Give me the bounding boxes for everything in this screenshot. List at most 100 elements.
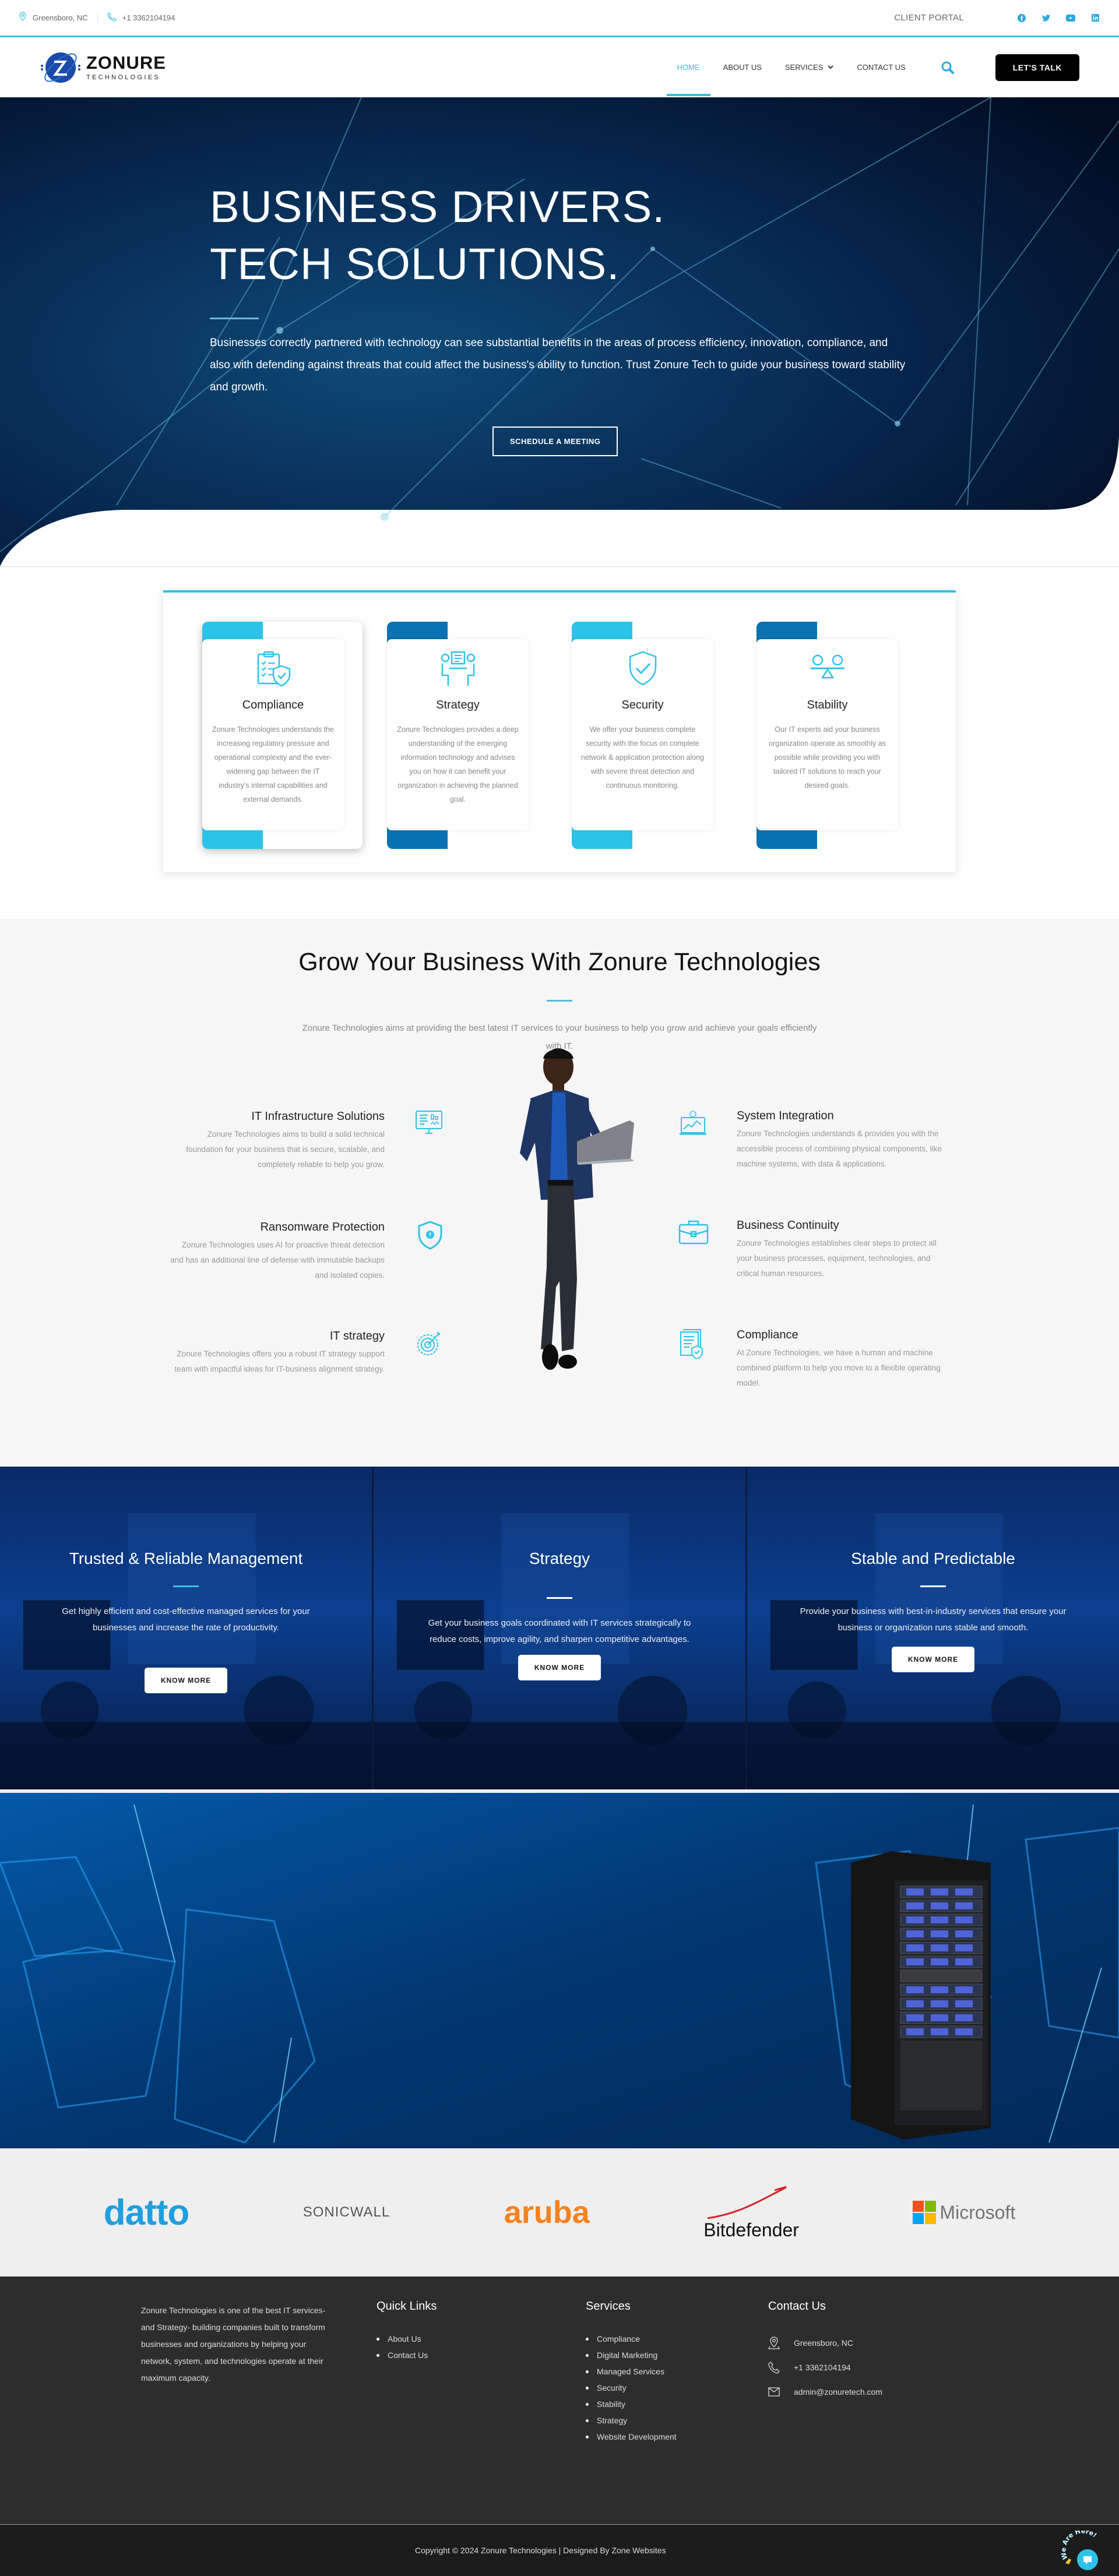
feature-text: Zonure Technologies understands the incr… bbox=[212, 725, 334, 804]
client-portal-link[interactable]: CLIENT PORTAL bbox=[894, 13, 964, 23]
chat-widget[interactable]: We Are Here! bbox=[1060, 2527, 1102, 2573]
grow-section: Grow Your Business With Zonure Technolog… bbox=[0, 919, 1119, 1467]
feature-card-compliance[interactable]: Compliance Zonure Technologies understan… bbox=[202, 622, 363, 849]
service-text: Zonure Technologies uses AI for proactiv… bbox=[170, 1241, 385, 1280]
bitdefender-dragon-icon bbox=[707, 2186, 787, 2219]
server-drive-bay bbox=[955, 1902, 973, 1909]
server-unit bbox=[900, 1969, 983, 1982]
tile-divider bbox=[920, 1585, 946, 1587]
server-drive-bay bbox=[955, 1916, 973, 1923]
know-more-button[interactable]: KNOW MORE bbox=[518, 1655, 601, 1680]
footer-link-label: Managed Services bbox=[597, 2367, 664, 2376]
footer-link-label: Digital Marketing bbox=[597, 2351, 658, 2360]
mail-icon bbox=[768, 2387, 780, 2397]
tile-divider bbox=[547, 1597, 572, 1599]
know-more-button[interactable]: KNOW MORE bbox=[891, 1647, 975, 1672]
footer-link-label: Compliance bbox=[597, 2334, 640, 2344]
server-drive-bay bbox=[931, 1986, 948, 1993]
footer-location-text: Greensboro, NC bbox=[794, 2338, 853, 2348]
server-banner bbox=[0, 1793, 1119, 2148]
server-drive-bay bbox=[906, 1916, 924, 1923]
service-title: System Integration bbox=[737, 1109, 834, 1122]
footer-location: Greensboro, NC bbox=[768, 2331, 882, 2355]
footer-service-link[interactable]: Managed Services bbox=[586, 2363, 677, 2380]
microsoft-logo: Microsoft bbox=[939, 2201, 1016, 2223]
nav-item-home[interactable]: HOME bbox=[666, 63, 710, 96]
footer-link-label: Website Development bbox=[597, 2432, 677, 2441]
location-pin-icon bbox=[768, 2337, 780, 2349]
facebook-icon[interactable] bbox=[1016, 13, 1027, 23]
service-title: IT Infrastructure Solutions bbox=[251, 1110, 385, 1123]
footer-service-link[interactable]: Website Development bbox=[586, 2429, 677, 2445]
footer-email-text: admin@zonuretech.com bbox=[794, 2387, 882, 2397]
hero-title: BUSINESS DRIVERS. TECH SOLUTIONS. bbox=[210, 182, 666, 289]
footer-service-link[interactable]: Strategy bbox=[586, 2412, 677, 2429]
footer-service-link[interactable]: Stability bbox=[586, 2396, 677, 2412]
features-panel: Compliance Zonure Technologies understan… bbox=[163, 590, 956, 872]
server-drive-bay bbox=[906, 1986, 924, 1993]
server-drive-bay bbox=[955, 1958, 973, 1965]
footer-service-link[interactable]: Security bbox=[586, 2380, 677, 2396]
main-nav: ZONURE TECHNOLOGIES HOME ABOUT US SERVIC… bbox=[0, 37, 1119, 97]
server-drive-bay bbox=[906, 1902, 924, 1909]
hero-divider bbox=[210, 318, 259, 319]
topbar-phone-text: +1 3362104194 bbox=[122, 13, 175, 22]
logo-mark-icon bbox=[41, 52, 80, 83]
chat-bubble-icon: We Are Here! bbox=[1060, 2527, 1099, 2570]
divider bbox=[97, 13, 98, 23]
server-drive-bay bbox=[931, 1916, 948, 1923]
footer-link-label: Contact Us bbox=[388, 2351, 428, 2360]
tile-text: Get your business goals coordinated with… bbox=[428, 1618, 691, 1644]
footer-link-contact-us[interactable]: Contact Us bbox=[376, 2347, 437, 2363]
footer-service-link[interactable]: Digital Marketing bbox=[586, 2347, 677, 2363]
server-drive-bay bbox=[931, 1930, 948, 1937]
phone-icon bbox=[768, 2362, 780, 2374]
hero-text: Businesses correctly partnered with tech… bbox=[210, 337, 906, 393]
feature-card-security[interactable]: Security We offer your business complete… bbox=[572, 622, 732, 849]
logo[interactable]: ZONURE TECHNOLOGIES bbox=[40, 50, 166, 86]
footer-phone[interactable]: +1 3362104194 bbox=[768, 2355, 882, 2380]
top-bar: Greensboro, NC +1 3362104194 CLIENT PORT… bbox=[0, 0, 1119, 37]
service-text: Zonure Technologies understands & provid… bbox=[737, 1129, 942, 1168]
footer-service-link[interactable]: Compliance bbox=[586, 2331, 677, 2347]
partner-logo-aruba: aruba bbox=[504, 2194, 590, 2230]
service-text: Zonure Technologies establishes clear st… bbox=[737, 1239, 937, 1278]
footer-email[interactable]: admin@zonuretech.com bbox=[768, 2380, 882, 2404]
feature-title: Strategy bbox=[436, 699, 480, 711]
copyright-text: Copyright © 2024 Zonure Technologies | D… bbox=[415, 2546, 666, 2555]
service-title: Business Continuity bbox=[737, 1219, 839, 1232]
shield-check-icon bbox=[572, 651, 713, 686]
linkedin-icon[interactable] bbox=[1090, 13, 1100, 23]
highlight-tile-stable: Stable and Predictable Provide your busi… bbox=[745, 1467, 1119, 1789]
service-title: Compliance bbox=[737, 1328, 798, 1341]
know-more-button[interactable]: KNOW MORE bbox=[144, 1668, 228, 1693]
footer-link-about-us[interactable]: About Us bbox=[376, 2331, 437, 2347]
server-drive-bay bbox=[931, 1902, 948, 1909]
twitter-icon[interactable] bbox=[1041, 13, 1051, 23]
search-icon[interactable] bbox=[941, 61, 955, 75]
tile-title: Trusted & Reliable Management bbox=[69, 1549, 303, 1567]
server-drive-bay bbox=[955, 2014, 973, 2021]
shield-alert-icon bbox=[411, 1221, 443, 1252]
briefcase-icon bbox=[678, 1219, 710, 1250]
datto-logo: datto bbox=[103, 2192, 190, 2233]
tile-text: Provide your business with best-in-indus… bbox=[800, 1606, 1067, 1633]
nav-item-about-us[interactable]: ABOUT US bbox=[723, 63, 762, 72]
grow-title: Grow Your Business With Zonure Technolog… bbox=[298, 948, 821, 976]
lets-talk-button[interactable]: LET'S TALK bbox=[995, 54, 1079, 81]
service-it-strategy: IT strategy Zonure Technologies offers y… bbox=[169, 1330, 441, 1377]
feature-title: Stability bbox=[807, 699, 848, 711]
service-title: Ransomware Protection bbox=[260, 1221, 385, 1234]
nav-item-contact-us[interactable]: CONTACT US bbox=[857, 63, 905, 72]
topbar-phone[interactable]: +1 3362104194 bbox=[107, 12, 175, 24]
service-it-infrastructure: IT Infrastructure Solutions Zonure Techn… bbox=[169, 1110, 442, 1172]
feature-card-strategy[interactable]: Strategy Zonure Technologies provides a … bbox=[387, 622, 547, 849]
footer-services-title: Services bbox=[586, 2300, 631, 2313]
schedule-meeting-button[interactable]: SCHEDULE A MEETING bbox=[492, 427, 618, 456]
server-drive-bay bbox=[955, 2000, 973, 2007]
youtube-icon[interactable] bbox=[1065, 13, 1076, 23]
footer-contact: Contact Us Greensboro, NC +1 3362104194 … bbox=[768, 2300, 882, 2404]
feature-card-stability[interactable]: Stability Our IT experts aid your busine… bbox=[756, 622, 917, 849]
service-business-continuity: Business Continuity Zonure Technologies … bbox=[678, 1219, 952, 1281]
nav-item-services[interactable]: SERVICES bbox=[785, 63, 834, 72]
